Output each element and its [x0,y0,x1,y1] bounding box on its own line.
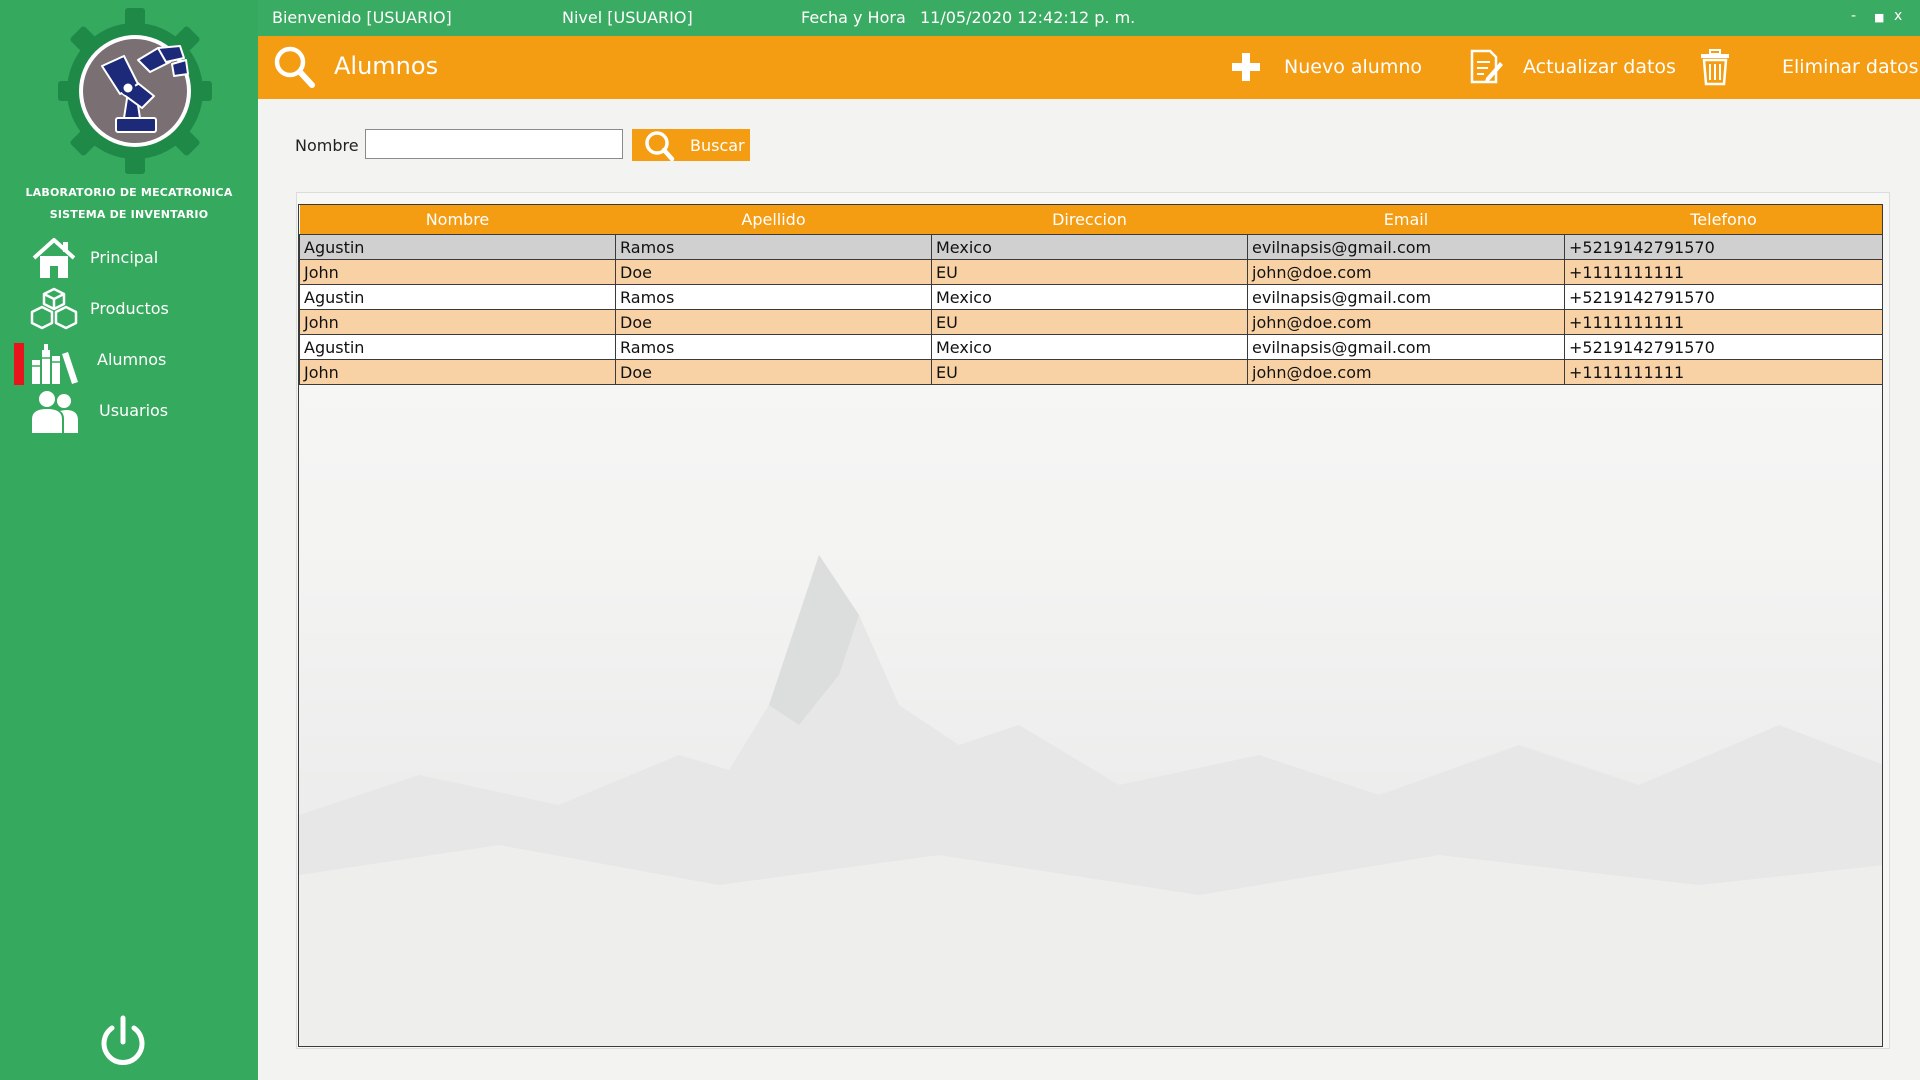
column-header-apellido[interactable]: Apellido [615,205,932,235]
close-button[interactable]: x [1894,8,1902,24]
delete-data-label: Eliminar datos [1782,56,1919,78]
page-header: Alumnos Nuevo alumno Actualizar datos El… [258,36,1920,99]
table-cell[interactable]: john@doe.com [1247,309,1565,335]
plus-icon [1230,51,1262,87]
level-text: Nivel [USUARIO] [562,8,693,27]
table-cell[interactable]: john@doe.com [1247,359,1565,385]
top-status-bar: Bienvenido [USUARIO] Nivel [USUARIO] Fec… [258,0,1920,36]
table-cell[interactable]: Ramos [615,234,932,260]
trash-icon [1698,48,1732,90]
sidebar-item-label: Usuarios [99,401,169,420]
table-row[interactable]: Agustin Ramos Mexico evilnapsis@gmail.co… [299,334,1882,360]
table-cell[interactable]: Mexico [931,284,1248,310]
search-icon [272,44,316,90]
table-cell[interactable]: +1111111111 [1564,309,1882,335]
table-row[interactable]: Agustin Ramos Mexico evilnapsis@gmail.co… [299,234,1882,260]
edit-document-icon [1468,48,1504,90]
search-button-label: Buscar [690,136,745,155]
table-cell[interactable]: Doe [615,259,932,285]
maximize-button[interactable]: ■ [1874,11,1884,24]
students-table: Nombre Apellido Direccion Email Telefono… [298,204,1883,1047]
table-cell[interactable]: John [299,359,616,385]
sidebar-nav: Principal Productos Alumnos Usuarios [0,232,258,436]
table-cell[interactable]: Ramos [615,284,932,310]
column-header-email[interactable]: Email [1247,205,1565,235]
mountain-background [299,555,1882,1046]
table-cell[interactable]: +5219142791570 [1564,284,1882,310]
table-cell[interactable]: EU [931,359,1248,385]
column-header-telefono[interactable]: Telefono [1564,205,1882,235]
update-data-label: Actualizar datos [1523,56,1676,78]
home-icon [30,236,78,280]
table-cell[interactable]: evilnapsis@gmail.com [1247,284,1565,310]
table-cell[interactable]: Doe [615,359,932,385]
table-cell[interactable]: John [299,309,616,335]
sidebar-item-label: Principal [90,248,159,267]
column-header-nombre[interactable]: Nombre [299,205,616,235]
sidebar-item-principal[interactable]: Principal [0,232,258,283]
table-cell[interactable]: evilnapsis@gmail.com [1247,334,1565,360]
search-icon [645,131,675,161]
table-cell[interactable]: john@doe.com [1247,259,1565,285]
table-cell[interactable]: evilnapsis@gmail.com [1247,234,1565,260]
table-cell[interactable]: John [299,259,616,285]
page-title: Alumnos [334,52,439,80]
table-header-row: Nombre Apellido Direccion Email Telefono [299,205,1882,235]
sidebar-item-usuarios[interactable]: Usuarios [0,385,258,436]
welcome-text: Bienvenido [USUARIO] [272,8,452,27]
table-cell[interactable]: +5219142791570 [1564,334,1882,360]
sidebar-item-label: Productos [90,299,169,318]
new-student-button[interactable]: Nuevo alumno [1230,36,1440,99]
data-grid: Nombre Apellido Direccion Email Telefono… [299,205,1882,385]
datetime-value: 11/05/2020 12:42:12 p. m. [920,8,1136,27]
table-cell[interactable]: EU [931,259,1248,285]
column-header-direccion[interactable]: Direccion [931,205,1248,235]
table-cell[interactable]: Mexico [931,334,1248,360]
table-row[interactable]: John Doe EU john@doe.com +1111111111 [299,259,1882,285]
update-data-button[interactable]: Actualizar datos [1468,36,1688,99]
table-cell[interactable]: +1111111111 [1564,259,1882,285]
table-cell[interactable]: EU [931,309,1248,335]
table-cell[interactable]: Doe [615,309,932,335]
table-row[interactable]: John Doe EU john@doe.com +1111111111 [299,309,1882,335]
table-cell[interactable]: Agustin [299,334,616,360]
active-marker [14,343,24,385]
table-row[interactable]: Agustin Ramos Mexico evilnapsis@gmail.co… [299,284,1882,310]
students-icon [30,340,78,384]
delete-data-button[interactable]: Eliminar datos [1698,36,1920,99]
users-icon [30,389,78,433]
search-label: Nombre [295,136,359,155]
brand-line-1: LABORATORIO DE MECATRONICA [25,186,233,199]
table-cell[interactable]: Agustin [299,284,616,310]
minimize-button[interactable]: - [1851,8,1856,24]
table-cell[interactable]: Agustin [299,234,616,260]
search-button[interactable]: Buscar [632,129,750,161]
table-row[interactable]: John Doe EU john@doe.com +1111111111 [299,359,1882,385]
sidebar-item-alumnos[interactable]: Alumnos [0,334,258,385]
sidebar-item-productos[interactable]: Productos [0,283,258,334]
table-cell[interactable]: +1111111111 [1564,359,1882,385]
table-cell[interactable]: Mexico [931,234,1248,260]
sidebar: LABORATORIO DE MECATRONICA SISTEMA DE IN… [0,0,258,1080]
table-cell[interactable]: +5219142791570 [1564,234,1882,260]
new-student-label: Nuevo alumno [1284,56,1422,78]
power-icon[interactable] [95,1014,151,1070]
search-input[interactable] [365,129,623,159]
brand-line-2: SISTEMA DE INVENTARIO [49,208,209,221]
datetime-label: Fecha y Hora [801,8,906,27]
sidebar-item-label: Alumnos [97,350,167,369]
table-cell[interactable]: Ramos [615,334,932,360]
lab-logo [58,6,212,176]
boxes-icon [30,287,78,331]
